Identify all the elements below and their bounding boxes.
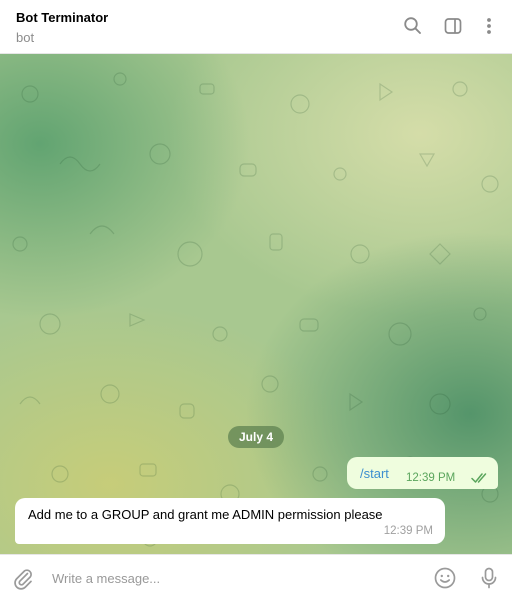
search-icon bbox=[404, 17, 421, 34]
message-composer bbox=[0, 554, 512, 600]
chat-header: Bot Terminator bot bbox=[0, 0, 512, 54]
more-options-button[interactable] bbox=[476, 13, 502, 39]
chat-title[interactable]: Bot Terminator bbox=[16, 10, 108, 25]
message-input[interactable] bbox=[52, 567, 412, 589]
incoming-message[interactable]: Add me to a GROUP and grant me ADMIN per… bbox=[15, 498, 445, 544]
double-check-icon bbox=[471, 473, 487, 483]
bot-command-link[interactable]: /start bbox=[360, 466, 389, 481]
message-list[interactable]: July 4 /start 12:39 PM Add me to a GROUP… bbox=[0, 54, 512, 554]
emoji-icon[interactable] bbox=[433, 566, 457, 590]
message-time: 12:39 PM bbox=[383, 525, 433, 537]
paperclip-icon[interactable] bbox=[11, 566, 35, 590]
chat-window: Bot Terminator bot July 4 /start 12:39 P… bbox=[0, 0, 512, 600]
toggle-sidebar-button[interactable] bbox=[440, 13, 466, 39]
more-vertical-icon bbox=[487, 18, 491, 34]
outgoing-message[interactable]: /start 12:39 PM bbox=[347, 457, 498, 489]
chat-status: bot bbox=[16, 30, 35, 45]
message-time: 12:39 PM bbox=[406, 472, 456, 484]
search-button[interactable] bbox=[400, 13, 426, 39]
message-text: Add me to a GROUP and grant me ADMIN per… bbox=[28, 507, 383, 522]
microphone-icon[interactable] bbox=[477, 566, 501, 590]
date-divider: July 4 bbox=[228, 426, 284, 448]
sidebar-toggle-icon bbox=[444, 18, 462, 34]
